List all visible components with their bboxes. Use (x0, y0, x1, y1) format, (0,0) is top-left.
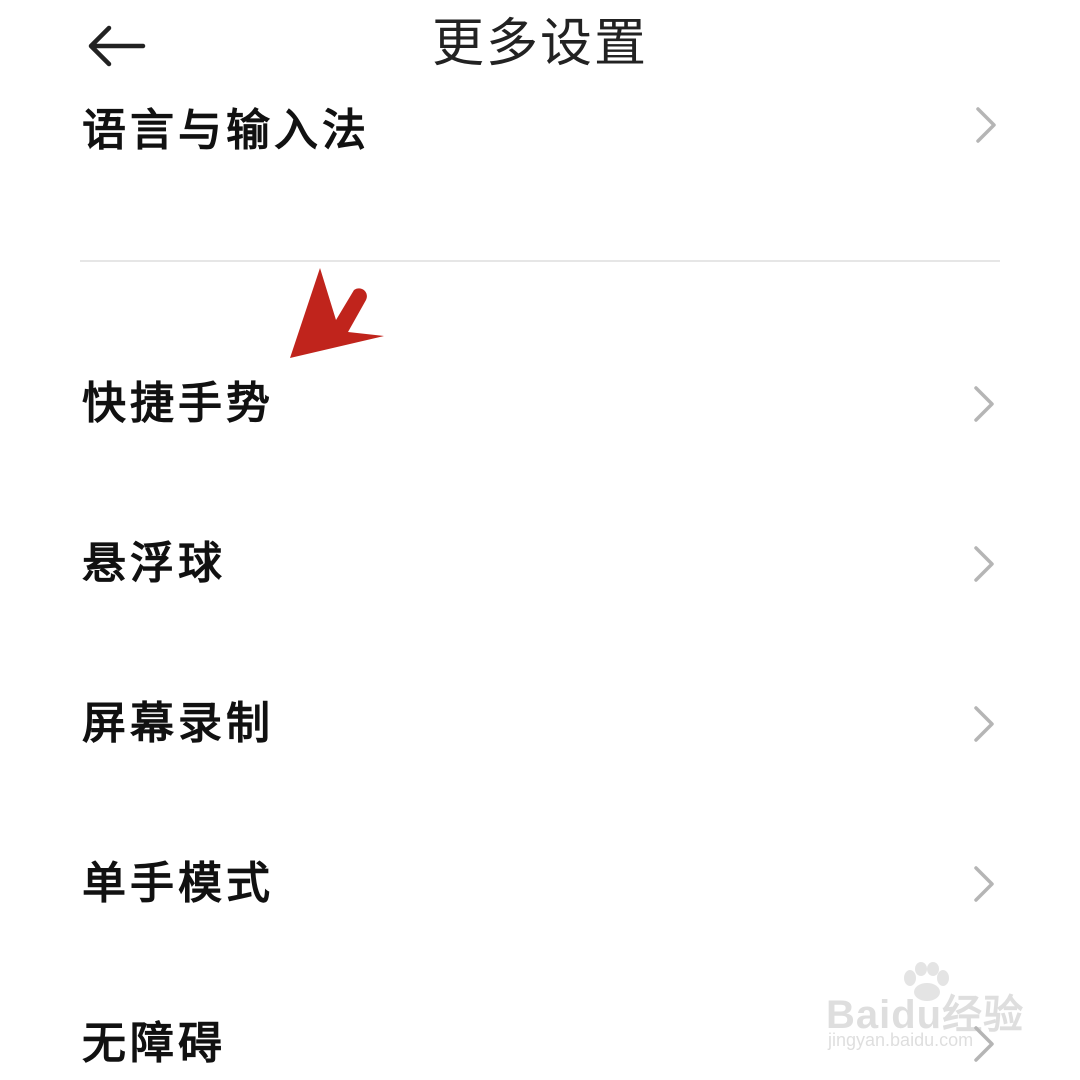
chevron-right-icon (974, 386, 994, 422)
settings-item-floating-ball[interactable]: 悬浮球 (0, 482, 1080, 642)
settings-item-label: 屏幕录制 (82, 698, 274, 749)
settings-item-label: 单手模式 (82, 858, 274, 909)
settings-item-one-handed-mode[interactable]: 单手模式 (0, 802, 1080, 962)
chevron-right-icon (974, 546, 994, 582)
page-title: 更多设置 (431, 14, 648, 74)
baidu-watermark: Baidu经验 jingyan.baidu.com (826, 962, 1026, 1062)
watermark-url: jingyan.baidu.com (828, 1030, 974, 1050)
chevron-right-icon (974, 866, 994, 902)
settings-item-label: 语言与输入法 (82, 105, 370, 155)
settings-item-language[interactable]: 语言与输入法 (0, 95, 1080, 155)
section-divider (80, 260, 1000, 262)
settings-item-label: 悬浮球 (82, 538, 226, 589)
settings-item-label: 无障碍 (82, 1018, 226, 1069)
settings-item-screen-recording[interactable]: 屏幕录制 (0, 642, 1080, 802)
chevron-right-icon (974, 706, 994, 742)
red-arrow-icon (290, 268, 384, 358)
settings-screen: 更多设置 语言与输入法 快捷手势 悬浮球 屏幕录制 单手模式 无障碍 Baidu… (0, 0, 1080, 1080)
settings-item-quick-gestures[interactable]: 快捷手势 (0, 322, 1080, 482)
settings-item-label: 快捷手势 (82, 378, 274, 429)
top-bar: 更多设置 (0, 0, 1080, 95)
chevron-right-icon (976, 107, 996, 143)
